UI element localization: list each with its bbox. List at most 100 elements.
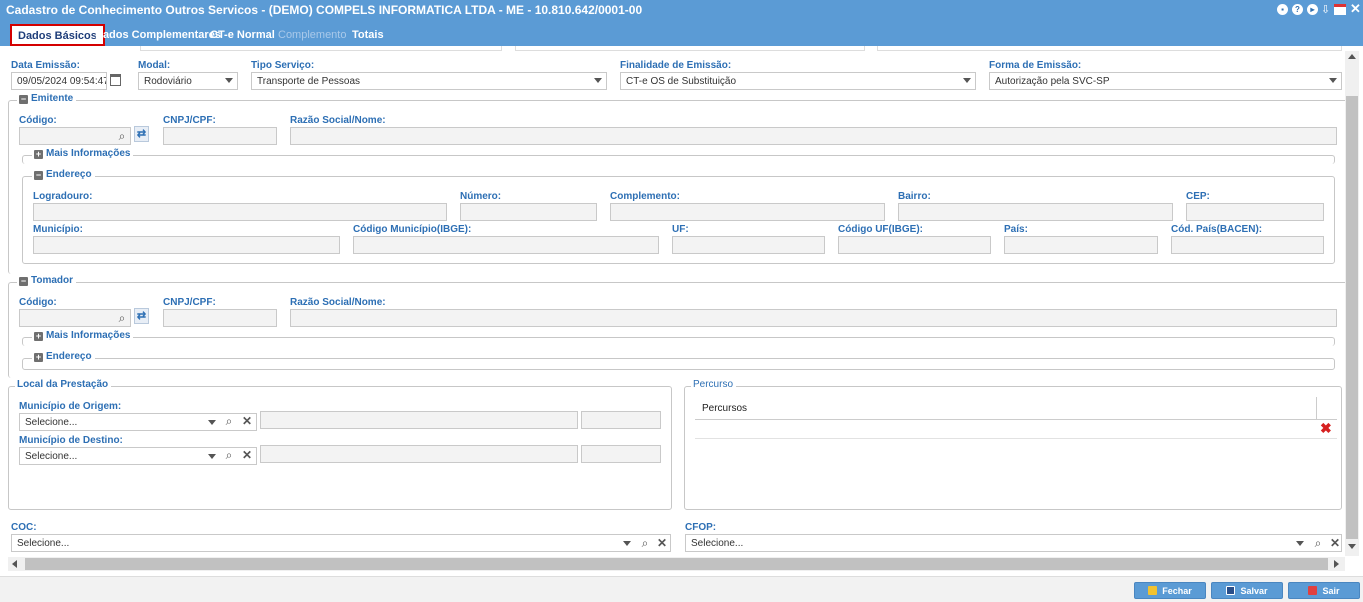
cod-pais-label: Cód. País(BACEN): — [1171, 224, 1263, 235]
hidden-field-edge — [877, 46, 1342, 51]
municipio-origem-nome — [260, 411, 578, 429]
municipio-destino-nome — [260, 445, 578, 463]
coc-label: COC: — [11, 522, 37, 533]
data-emissao-label: Data Emissão: — [11, 60, 80, 71]
chevron-down-icon — [1329, 78, 1337, 83]
collapse-icon[interactable]: − — [19, 95, 28, 104]
modal-select[interactable]: Rodoviário — [138, 72, 238, 90]
search-icon[interactable]: ⌕ — [222, 448, 236, 462]
municipio-input[interactable] — [33, 236, 340, 254]
endereco-legend[interactable]: − Endereço — [32, 169, 95, 180]
mais-info-legend[interactable]: + Mais Informações — [32, 330, 134, 341]
chevron-down-icon[interactable] — [623, 541, 631, 546]
uf-label: UF: — [672, 224, 689, 235]
title-bar: Cadastro de Conhecimento Outros Servicos… — [0, 0, 1363, 20]
emitente-cnpj-label: CNPJ/CPF: — [163, 115, 216, 126]
expand-icon[interactable]: + — [34, 150, 43, 159]
forma-emissao-select[interactable]: Autorização pela SVC-SP — [989, 72, 1342, 90]
search-icon[interactable]: ⌕ — [115, 311, 129, 325]
uf-input[interactable] — [672, 236, 825, 254]
tomador-razao-label: Razão Social/Nome: — [290, 297, 386, 308]
tab-dados-basicos[interactable]: Dados Básicos — [10, 24, 105, 46]
cep-label: CEP: — [1186, 191, 1210, 202]
forma-emissao-value: Autorização pela SVC-SP — [995, 76, 1110, 87]
clear-icon[interactable]: ✕ — [1328, 536, 1342, 550]
fechar-button[interactable]: Fechar — [1134, 582, 1206, 599]
scroll-down-icon[interactable] — [1348, 544, 1356, 549]
mais-info-legend[interactable]: + Mais Informações — [32, 148, 134, 159]
bairro-label: Bairro: — [898, 191, 931, 202]
tomador-legend[interactable]: − Tomador — [17, 275, 77, 286]
emitente-codigo-label: Código: — [19, 115, 57, 126]
coc-select[interactable]: Selecione... — [11, 534, 671, 552]
tipo-servico-select[interactable]: Transporte de Pessoas — [251, 72, 607, 90]
local-prestacao-legend: Local da Prestação — [15, 379, 112, 390]
tab-dados-complementares[interactable]: Dados Complementares — [95, 29, 221, 41]
pais-input[interactable] — [1004, 236, 1158, 254]
finalidade-select[interactable]: CT-e OS de Substituição — [620, 72, 976, 90]
cod-pais-input[interactable] — [1171, 236, 1324, 254]
search-icon[interactable]: ⌕ — [1311, 536, 1325, 550]
sair-button[interactable]: Sair — [1288, 582, 1360, 599]
vertical-scrollbar[interactable] — [1345, 51, 1359, 556]
refresh-icon[interactable]: ⇄ — [134, 126, 149, 142]
emitente-cnpj-input[interactable] — [163, 127, 277, 145]
tab-cte-normal[interactable]: CT-e Normal — [210, 29, 275, 41]
search-icon[interactable]: ⌕ — [115, 129, 129, 143]
pais-label: País: — [1004, 224, 1028, 235]
cep-input[interactable] — [1186, 203, 1324, 221]
tomador-cnpj-input[interactable] — [163, 309, 277, 327]
download-icon[interactable]: ⇩ — [1321, 3, 1330, 16]
municipio-origem-uf — [581, 411, 661, 429]
search-icon[interactable]: ⌕ — [638, 536, 652, 550]
tab-complemento: Complemento — [278, 29, 347, 41]
codigo-uf-input[interactable] — [838, 236, 991, 254]
municipio-origem-value: Selecione... — [25, 417, 78, 428]
clear-icon[interactable]: ✕ — [655, 536, 669, 550]
municipio-destino-value: Selecione... — [25, 451, 78, 462]
expand-icon[interactable]: + — [34, 332, 43, 341]
emitente-legend[interactable]: − Emitente — [17, 93, 77, 104]
numero-input[interactable] — [460, 203, 597, 221]
chevron-down-icon[interactable] — [208, 420, 216, 425]
collapse-icon[interactable]: − — [19, 277, 28, 286]
chevron-down-icon[interactable] — [208, 454, 216, 459]
scroll-right-icon[interactable] — [1334, 560, 1339, 568]
calendar-icon[interactable] — [110, 74, 121, 86]
scroll-left-icon[interactable] — [12, 560, 17, 568]
refresh-icon[interactable]: ⇄ — [134, 308, 149, 324]
complemento-label: Complemento: — [610, 191, 680, 202]
clear-icon[interactable]: ✕ — [240, 448, 254, 462]
close-icon[interactable]: ✕ — [1350, 1, 1361, 17]
codigo-municipio-input[interactable] — [353, 236, 659, 254]
tab-totais[interactable]: Totais — [352, 29, 384, 41]
expand-icon[interactable]: + — [34, 353, 43, 362]
cfop-value: Selecione... — [691, 538, 744, 549]
clear-icon[interactable]: ✕ — [240, 414, 254, 428]
emitente-razao-input[interactable] — [290, 127, 1337, 145]
minimize-icon[interactable]: ▪ — [1277, 4, 1288, 15]
vertical-scroll-thumb[interactable] — [1346, 96, 1358, 539]
complemento-input[interactable] — [610, 203, 885, 221]
search-icon[interactable]: ⌕ — [222, 414, 236, 428]
collapse-icon[interactable]: − — [34, 171, 43, 180]
chevron-down-icon[interactable] — [1296, 541, 1304, 546]
help-icon[interactable]: ? — [1292, 4, 1303, 15]
tomador-razao-input[interactable] — [290, 309, 1337, 327]
bairro-input[interactable] — [898, 203, 1173, 221]
save-icon — [1226, 586, 1236, 595]
cfop-select[interactable]: Selecione... — [685, 534, 1342, 552]
scroll-up-icon[interactable] — [1348, 54, 1356, 59]
calendar-icon[interactable] — [1334, 4, 1346, 15]
salvar-button[interactable]: Salvar — [1211, 582, 1283, 599]
horizontal-scroll-thumb[interactable] — [25, 558, 1328, 570]
tab-bar: Dados Básicos Dados Complementares CT-e … — [0, 20, 1363, 46]
horizontal-scrollbar[interactable] — [8, 557, 1345, 571]
data-emissao-input[interactable]: 09/05/2024 09:54:47 — [11, 72, 107, 90]
endereco-legend[interactable]: + Endereço — [32, 351, 95, 362]
delete-icon[interactable]: ✖ — [1320, 420, 1332, 437]
logradouro-input[interactable] — [33, 203, 447, 221]
play-icon[interactable]: ▸ — [1307, 4, 1318, 15]
codigo-uf-label: Código UF(IBGE): — [838, 224, 923, 235]
percursos-column-header: Percursos — [702, 403, 748, 414]
